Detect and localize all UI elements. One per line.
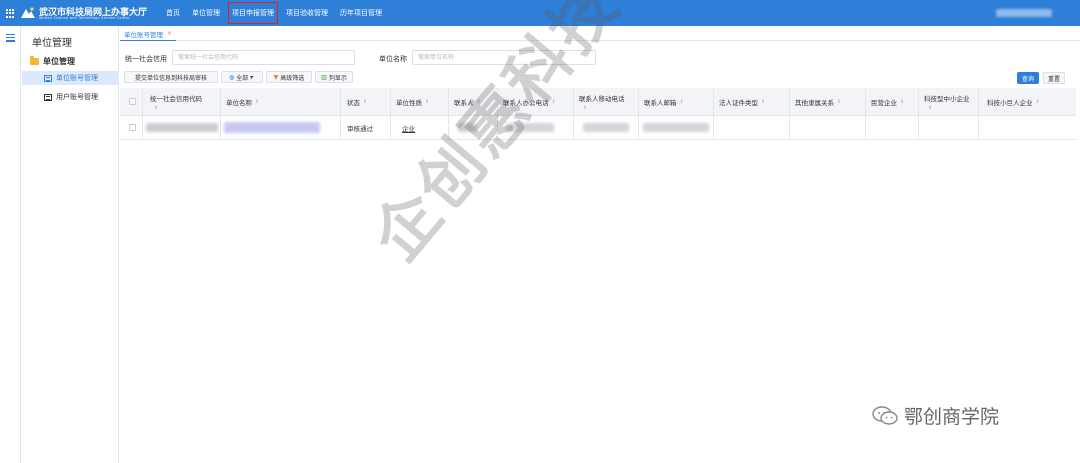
select-all-checkbox[interactable]	[129, 98, 136, 105]
col-legal-id-type[interactable]: 法人证件类型 ⇕	[719, 88, 765, 116]
wechat-icon	[872, 405, 898, 425]
folder-icon	[30, 56, 39, 65]
brand-watermark-text: 鄂创商学院	[904, 406, 1000, 428]
table-row[interactable]: 审核通过 企业	[120, 116, 1076, 140]
sidebar-item-label: 用户账号管理	[56, 93, 98, 101]
tab-label: 单位账号管理	[124, 30, 163, 39]
list-icon	[44, 74, 52, 82]
sidebar-item-unit-accounts[interactable]: 单位账号管理	[22, 71, 118, 85]
column-label: 民营企业	[871, 99, 897, 107]
column-label: 科技小巨人企业	[987, 99, 1033, 107]
column-display-button[interactable]: ▥ 列显示	[315, 71, 353, 83]
column-label: 单位名称	[226, 99, 252, 107]
column-label: 其他隶属关系	[795, 99, 834, 107]
unit-name-label: 单位名称	[379, 55, 407, 63]
sidebar-item-label: 单位账号管理	[56, 74, 98, 82]
nav-project-acceptance[interactable]: 项目验收管理	[280, 0, 334, 26]
filter-all-dropdown[interactable]: ◍ 全部 ▾	[221, 71, 263, 83]
search-button[interactable]: 查询	[1017, 72, 1039, 84]
sort-icon: ⇕	[928, 105, 933, 111]
col-unit-nature[interactable]: 单位性质 ⇕	[396, 88, 429, 116]
col-status[interactable]: 状态 ⇕	[347, 88, 367, 116]
globe-icon: ◍	[228, 73, 235, 81]
col-tech-sme[interactable]: 科技型中小企业 ⇕	[924, 88, 970, 116]
close-icon[interactable]: ×	[167, 30, 172, 37]
col-unit-name[interactable]: 单位名称 ⇕	[226, 88, 259, 116]
nav-home[interactable]: 首页	[160, 0, 186, 26]
col-email[interactable]: 联系人邮箱 ⇕	[644, 88, 684, 116]
sort-icon: ⇕	[761, 99, 766, 105]
column-label: 联系人邮箱	[644, 99, 677, 107]
unit-name-redacted	[224, 122, 320, 133]
sort-icon: ⇕	[1035, 99, 1040, 105]
submit-to-review-button[interactable]: 提交单位信息到科技局审核	[124, 71, 218, 83]
col-other-affiliation[interactable]: 其他隶属关系 ⇕	[795, 88, 841, 116]
sort-icon: ⇕	[154, 105, 159, 111]
column-label: 单位性质	[396, 99, 422, 107]
button-label: 全部	[236, 74, 249, 82]
brand-subtitle: Wuhan Science and Technology Service Cen…	[39, 16, 130, 20]
col-mobile-phone[interactable]: 联系人移动电话 ⇕	[579, 88, 625, 116]
sidebar-item-user-accounts[interactable]: 用户账号管理	[22, 90, 118, 104]
button-label: 重置	[1047, 75, 1060, 83]
unit-nature-cell[interactable]: 企业	[402, 116, 415, 140]
chevron-down-icon: ▾	[250, 73, 254, 81]
row-checkbox[interactable]	[129, 124, 136, 131]
user-account-redacted[interactable]	[996, 9, 1052, 17]
column-label: 统一社会信用代码	[150, 95, 202, 103]
nav-project-application[interactable]: 项目申报管理	[226, 0, 280, 26]
sort-icon: ⇕	[900, 99, 905, 105]
funnel-icon: ▼	[273, 73, 279, 81]
column-label: 联系人移动电话	[579, 95, 625, 103]
sort-icon: ⇕	[363, 99, 368, 105]
status-cell: 审核通过	[347, 125, 373, 133]
table-header: 统一社会信用代码 ⇕ 单位名称 ⇕ 状态 ⇕ 单位性质 ⇕ 联系人 ⇕ 联系人办公电话 ⇕ …	[120, 88, 1076, 140]
apps-grid-icon[interactable]	[6, 9, 15, 18]
col-private-enterprise[interactable]: 民营企业 ⇕	[871, 88, 904, 116]
credit-code-redacted	[146, 123, 218, 132]
mobile-phone-redacted	[583, 123, 629, 132]
nav-unit-management[interactable]: 单位管理	[186, 0, 226, 26]
sidebar-group-unit-management[interactable]: 单位管理	[30, 55, 75, 67]
column-label: 法人证件类型	[719, 99, 758, 107]
button-label: 高级筛选	[280, 74, 305, 82]
credit-code-input[interactable]	[172, 50, 355, 65]
sidebar: 单位管理 单位管理 单位账号管理 用户账号管理	[22, 26, 119, 463]
columns-icon: ▥	[321, 73, 327, 81]
sort-icon: ⇕	[255, 99, 260, 105]
sidebar-group-label: 单位管理	[43, 56, 75, 66]
button-label: 查询	[1021, 75, 1034, 83]
brand-watermark: 鄂创商学院	[872, 402, 999, 429]
sort-icon: ⇕	[679, 99, 684, 105]
button-label: 列显示	[328, 74, 347, 82]
credit-code-label: 统一社会信用	[125, 55, 167, 63]
nav-historical-projects[interactable]: 历年项目管理	[334, 0, 388, 26]
column-label: 科技型中小企业	[924, 95, 970, 103]
button-label: 提交单位信息到科技局审核	[134, 74, 207, 82]
list-icon	[44, 93, 52, 101]
col-credit-code[interactable]: 统一社会信用代码 ⇕	[150, 88, 202, 116]
tab-unit-accounts[interactable]: 单位账号管理 ×	[120, 27, 177, 41]
column-label: 状态	[347, 99, 360, 107]
sort-icon: ⇕	[425, 99, 430, 105]
col-tech-giant[interactable]: 科技小巨人企业 ⇕	[987, 88, 1040, 116]
sort-icon: ⇕	[583, 105, 588, 111]
advanced-filter-button[interactable]: ▼ 高级筛选	[266, 71, 312, 83]
email-redacted	[643, 123, 709, 132]
sort-icon: ⇕	[837, 99, 842, 105]
reset-button[interactable]: 重置	[1043, 72, 1065, 84]
left-rail	[0, 26, 21, 463]
sidebar-title: 单位管理	[32, 38, 72, 49]
menu-toggle-icon[interactable]	[6, 34, 15, 44]
main-nav: 首页 单位管理 项目申报管理 项目验收管理 历年项目管理	[160, 0, 388, 26]
logo-icon	[21, 7, 35, 18]
